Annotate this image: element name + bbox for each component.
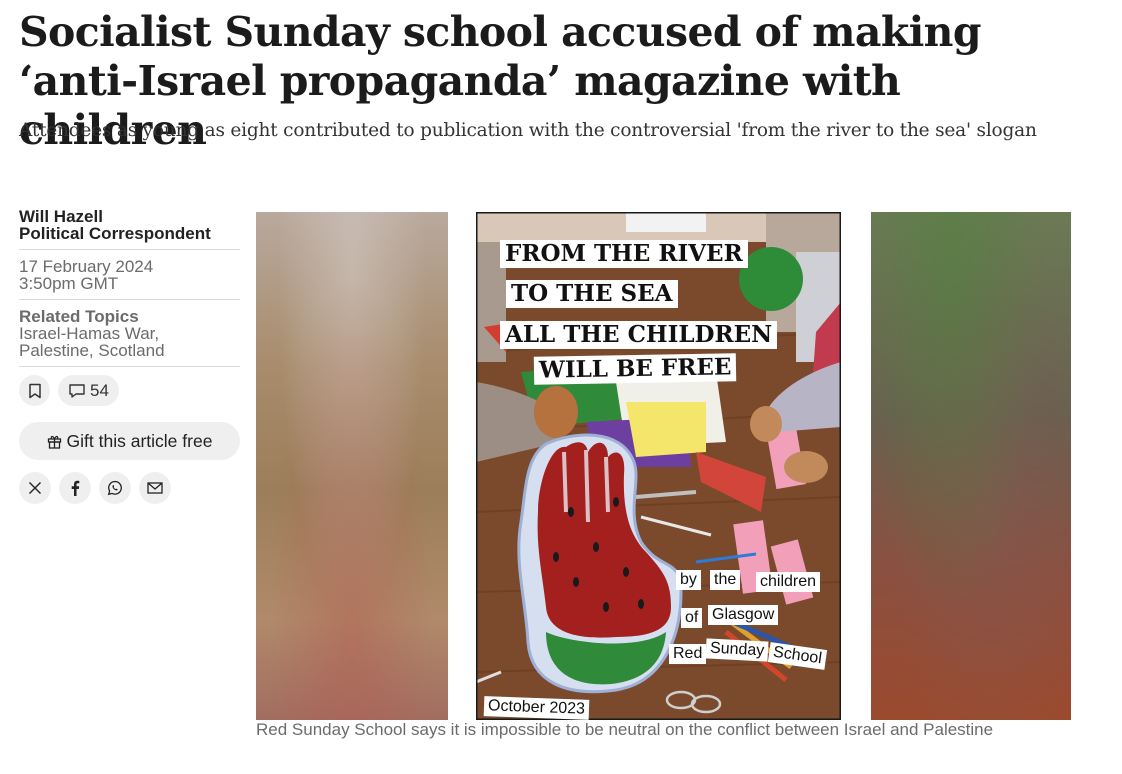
bookmark-button[interactable] [19, 375, 50, 406]
cover-headline-line: WILL BE FREE [533, 353, 737, 385]
cover-headline-line: ALL THE CHILDREN [500, 321, 778, 349]
facebook-icon [71, 480, 80, 496]
cover-byline-word: by [676, 570, 701, 590]
comment-icon [69, 383, 85, 398]
cover-byline-word: Sunday [705, 638, 769, 662]
cover-byline-word: of [681, 608, 703, 628]
share-facebook-button[interactable] [59, 472, 91, 504]
comments-button[interactable]: 54 [58, 375, 119, 406]
divider [19, 249, 240, 250]
cover-byline-word: the [710, 570, 741, 590]
related-topic-link[interactable]: Palestine, Scotland [19, 342, 240, 359]
divider [19, 299, 240, 300]
comment-count: 54 [90, 380, 109, 400]
related-topic-link[interactable]: Israel-Hamas War, [19, 325, 240, 342]
cover-headline-line: FROM THE RIVER [500, 240, 748, 268]
publish-date: 17 February 2024 [19, 257, 154, 276]
gift-article-button[interactable]: Gift this article free [19, 422, 240, 460]
email-icon [147, 482, 163, 494]
cover-byline-word: Glasgow [708, 605, 779, 625]
author-role: Political Correspondent [19, 224, 211, 243]
cover-byline-word: Red [669, 644, 707, 664]
share-whatsapp-button[interactable] [99, 472, 131, 504]
article-sidebar: Will Hazell Political Correspondent 17 F… [19, 208, 240, 504]
magazine-cover-photo: FROM THE RIVER TO THE SEA ALL THE CHILDR… [476, 212, 841, 720]
divider [19, 366, 240, 367]
author-name[interactable]: Will Hazell [19, 208, 240, 225]
article-image: FROM THE RIVER TO THE SEA ALL THE CHILDR… [256, 212, 1071, 720]
gift-label: Gift this article free [66, 430, 213, 451]
cover-headline-line: TO THE SEA [506, 280, 678, 308]
x-icon [29, 482, 41, 494]
related-topics-heading: Related Topics [19, 307, 139, 326]
action-row: 54 [19, 375, 240, 406]
cover-date: October 2023 [483, 696, 590, 720]
share-email-button[interactable] [139, 472, 171, 504]
share-row [19, 472, 240, 504]
publish-time: 3:50pm GMT [19, 274, 119, 293]
blurred-background-left [256, 212, 448, 720]
image-caption: Red Sunday School says it is impossible … [256, 720, 994, 739]
whatsapp-icon [107, 480, 122, 496]
share-x-button[interactable] [19, 472, 51, 504]
standfirst: Attendees as young as eight contributed … [19, 120, 1037, 141]
blurred-background-right [871, 212, 1071, 720]
cover-byline-word: children [756, 572, 821, 592]
gift-icon [47, 435, 61, 449]
bookmark-icon [28, 383, 41, 398]
